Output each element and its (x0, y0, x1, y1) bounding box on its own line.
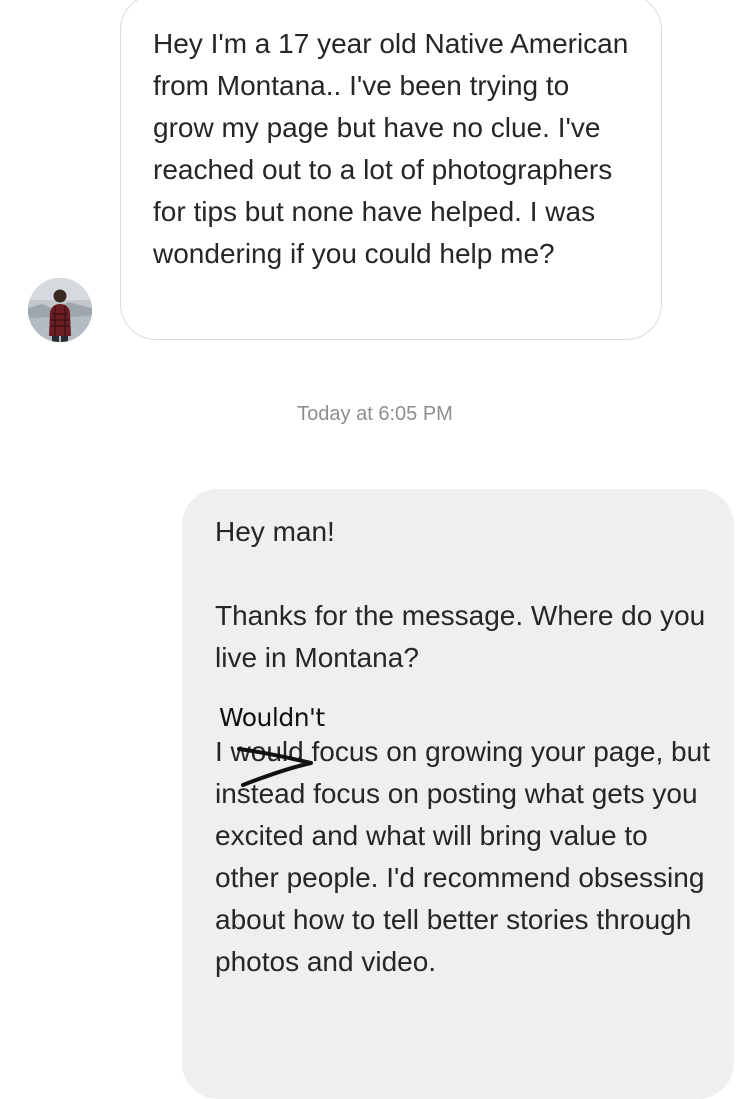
avatar-photo (28, 278, 92, 342)
handwritten-correction: Wouldn't (219, 703, 325, 732)
outgoing-message-bubble[interactable]: Hey man! Thanks for the message. Where d… (182, 489, 734, 1099)
edited-paragraph: Wouldn't I would focus on growing your p… (215, 703, 712, 983)
outgoing-question: Thanks for the message. Where do you liv… (215, 600, 706, 673)
outgoing-advice: I would focus on growing your page, but … (215, 736, 710, 977)
incoming-message-text: Hey I'm a 17 year old Native American fr… (153, 28, 629, 269)
outgoing-greeting: Hey man! (215, 516, 335, 547)
incoming-message-bubble[interactable]: Hey I'm a 17 year old Native American fr… (120, 0, 662, 340)
message-timestamp: Today at 6:05 PM (297, 403, 453, 425)
sender-avatar[interactable] (28, 278, 92, 342)
